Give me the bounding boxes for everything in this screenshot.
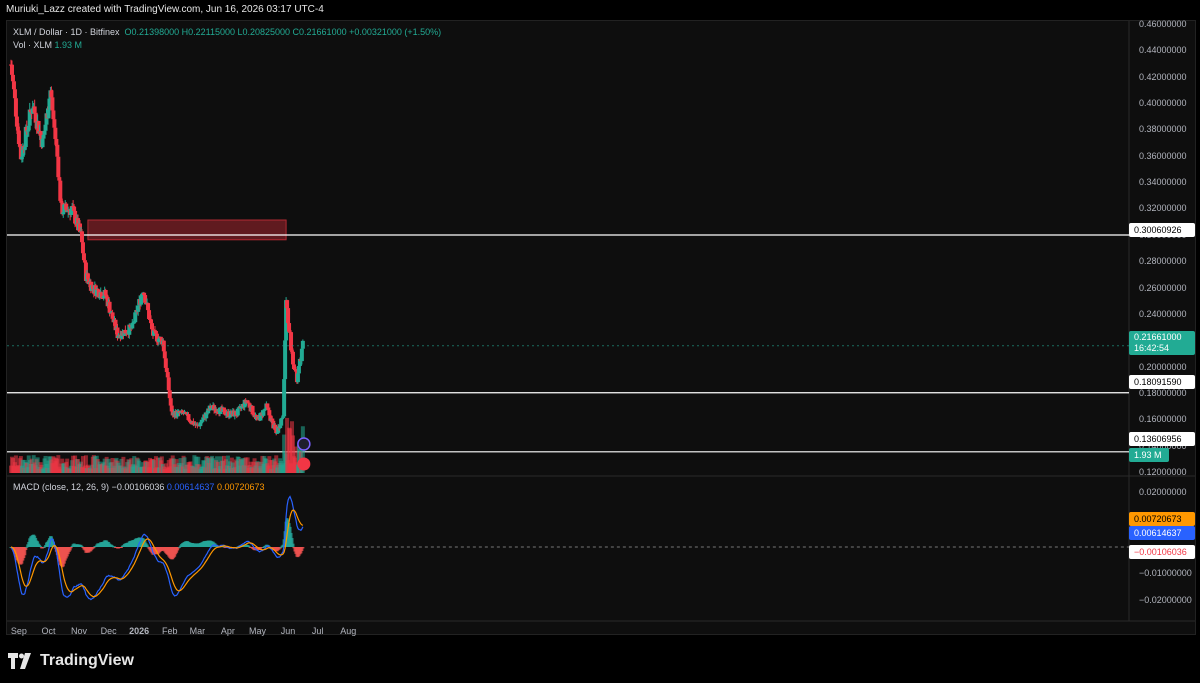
price-tick-label: 0.32000000 xyxy=(1139,203,1187,214)
volume-legend: Vol · XLM 1.93 M xyxy=(13,40,82,50)
price-tick-label: 0.44000000 xyxy=(1139,45,1187,56)
price-tick-label: 0.18000000 xyxy=(1139,387,1187,398)
price-tick-label: 0.38000000 xyxy=(1139,124,1187,135)
candle xyxy=(139,296,144,305)
time-tick-label: Jun xyxy=(280,626,296,636)
candle xyxy=(165,372,170,378)
time-tick-label: Dec xyxy=(100,626,117,636)
price-tick-label: 0.40000000 xyxy=(1139,98,1187,109)
symbol-title: XLM / Dollar · 1D · Bitfinex xyxy=(13,27,120,37)
attribution-bar: Muriuki_Lazz created with TradingView.co… xyxy=(0,0,1200,20)
macd-histogram-bar xyxy=(80,546,84,548)
last-price-value: 0.21661000 xyxy=(1134,332,1182,342)
macd-legend: MACD (close, 12, 26, 9) −0.00106036 0.00… xyxy=(13,482,265,492)
candle xyxy=(282,379,287,417)
candle xyxy=(290,351,295,365)
macd-label: MACD (close, 12, 26, 9) xyxy=(13,482,110,492)
candle xyxy=(64,203,69,210)
time-tick-label: May xyxy=(248,626,267,636)
tradingview-logo-text: TradingView xyxy=(40,652,134,669)
macd-histogram-bar xyxy=(39,546,43,548)
macd-signal-value: 0.00720673 xyxy=(216,482,265,492)
time-tick-label: Mar xyxy=(189,626,206,636)
candle xyxy=(235,408,240,416)
price-tick-label: 0.42000000 xyxy=(1139,71,1187,82)
candle xyxy=(286,308,291,324)
last-price-tag: 0.21661000 16:42:54 xyxy=(1129,331,1195,355)
resistance-zone xyxy=(87,219,287,241)
price-tick-label: 0.28000000 xyxy=(1139,256,1187,267)
tradingview-logo-icon xyxy=(8,653,31,669)
candle xyxy=(12,89,17,99)
price-tick-label: 0.20000000 xyxy=(1139,361,1187,372)
lightning-event-icon xyxy=(297,437,311,451)
macd-histogram-bar xyxy=(69,547,73,549)
signal-line xyxy=(10,509,304,598)
macd-histogram-bar xyxy=(291,543,295,547)
price-tick-label: 0.36000000 xyxy=(1139,150,1187,161)
level-tag-3: 0.13606956 xyxy=(1129,432,1195,446)
time-tick-label: Feb xyxy=(161,626,178,636)
tradingview-logo[interactable]: TradingView xyxy=(8,650,134,672)
volume-label: Vol · XLM xyxy=(13,40,53,50)
candle xyxy=(56,156,61,178)
candle xyxy=(52,119,57,128)
macd-tick-label: −0.02000000 xyxy=(1139,595,1192,605)
time-tick-label: Sep xyxy=(10,626,27,636)
macd-tick-label: −0.01000000 xyxy=(1139,568,1192,578)
candle xyxy=(41,134,46,139)
macd-hist-value: −0.00106036 xyxy=(111,482,165,492)
chart-frame[interactable]: XLM / Dollar · 1D · Bitfinex O0.21398000… xyxy=(6,19,1196,636)
price-tick-label: 0.34000000 xyxy=(1139,177,1187,188)
time-tick-label: 2026 xyxy=(129,626,150,636)
candle xyxy=(300,340,305,349)
level-tag-2: 0.18091590 xyxy=(1129,375,1195,389)
chart-canvas[interactable] xyxy=(7,21,1195,634)
macd-histogram-bar xyxy=(301,547,305,549)
candle xyxy=(107,301,112,313)
candle xyxy=(291,364,296,370)
macd-hist-tag: −0.00106036 xyxy=(1129,545,1195,559)
ohlc-values: O0.21398000 H0.22115000 L0.20825000 C0.2… xyxy=(124,27,347,37)
candle xyxy=(281,416,286,418)
time-tick-label: Apr xyxy=(220,626,235,636)
countdown-value: 16:42:54 xyxy=(1134,343,1170,353)
macd-histogram-bar xyxy=(279,546,283,548)
macd-histogram-bar xyxy=(178,546,182,548)
footer-bar xyxy=(0,640,1200,683)
macd-histogram-bar xyxy=(119,547,123,548)
time-tick-label: Aug xyxy=(340,626,357,636)
change-value: +0.00321000 (+1.50%) xyxy=(349,27,442,37)
price-tick-label: 0.26000000 xyxy=(1139,282,1187,293)
volume-value: 1.93 M xyxy=(54,40,83,50)
earnings-flag-icon xyxy=(297,457,311,471)
time-tick-label: Oct xyxy=(41,626,56,636)
time-tick-label: Jul xyxy=(311,626,324,636)
level-tag-1: 0.30060926 xyxy=(1129,223,1195,237)
macd-tick-label: 0.02000000 xyxy=(1139,487,1187,497)
price-tick-label: 0.12000000 xyxy=(1139,467,1187,477)
candle xyxy=(186,414,191,420)
symbol-legend: XLM / Dollar · 1D · Bitfinex O0.21398000… xyxy=(13,27,441,37)
price-tick-label: 0.24000000 xyxy=(1139,308,1187,319)
candle xyxy=(164,367,169,373)
candle xyxy=(279,418,284,426)
candle xyxy=(10,74,15,82)
attribution-text: Muriuki_Lazz created with TradingView.co… xyxy=(6,4,324,15)
macd-line-tag: 0.00614637 xyxy=(1129,526,1195,540)
macd-signal-tag: 0.00720673 xyxy=(1129,512,1195,526)
macd-line-value: 0.00614637 xyxy=(166,482,215,492)
price-tick-label: 0.46000000 xyxy=(1139,19,1187,29)
time-tick-label: Nov xyxy=(71,626,88,636)
candle xyxy=(283,340,288,380)
price-tick-label: 0.16000000 xyxy=(1139,414,1187,425)
volume-tag: 1.93 M xyxy=(1129,448,1169,462)
